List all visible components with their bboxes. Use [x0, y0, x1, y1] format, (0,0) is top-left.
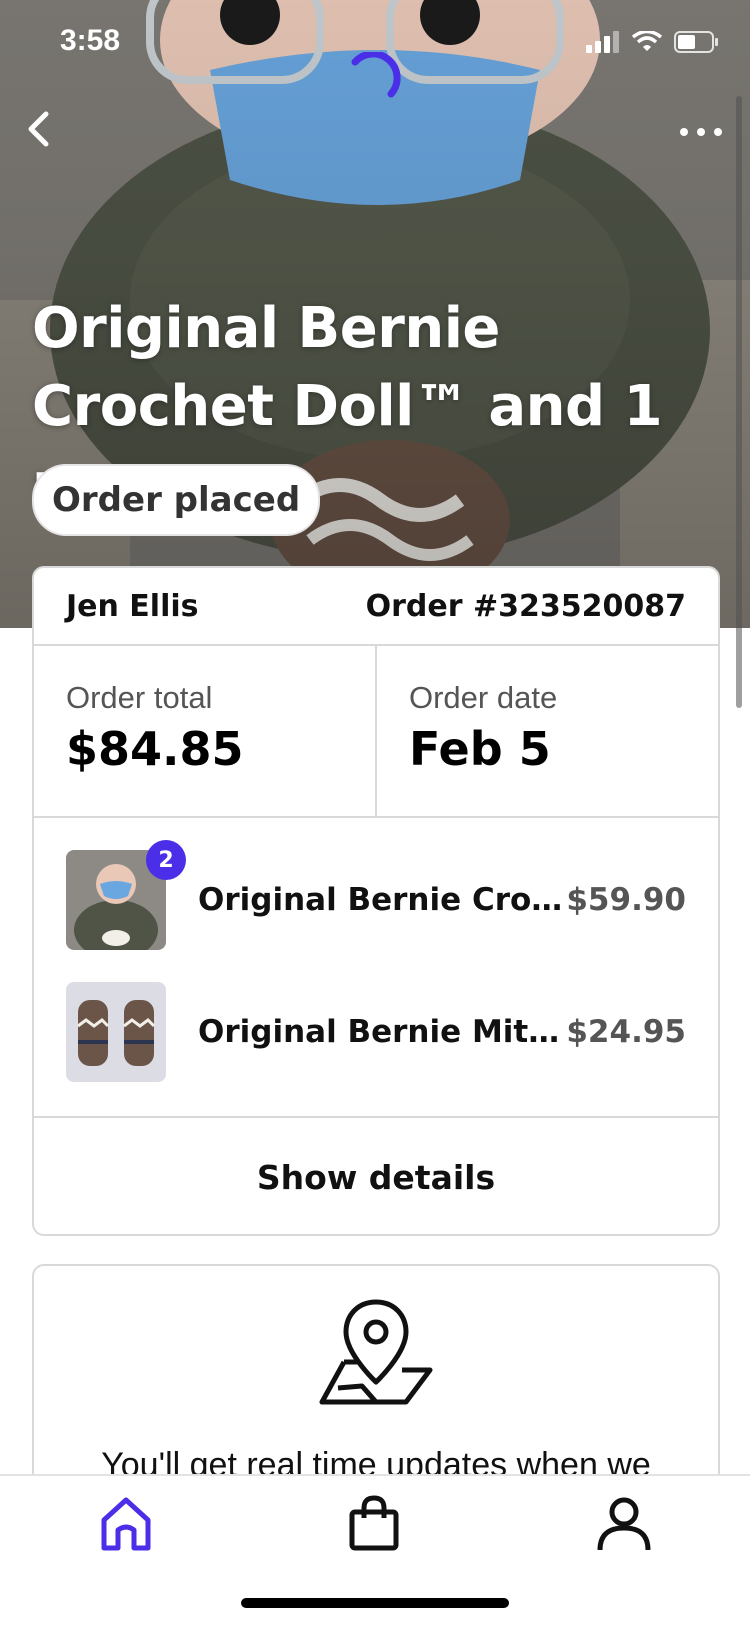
bottom-tab-bar — [0, 1474, 750, 1626]
loading-spinner-icon — [351, 52, 401, 98]
item-thumbnail: 2 — [66, 840, 186, 960]
order-total-value: $84.85 — [66, 722, 244, 776]
list-item[interactable]: Original Bernie Mittens $24.95 — [66, 982, 686, 1082]
order-items-list: 2 Original Bernie Crochet Doll™ $59.90 O… — [34, 818, 718, 1118]
order-date-value: Feb 5 — [409, 722, 551, 776]
order-date-cell: Order date Feb 5 — [375, 646, 718, 816]
home-indicator — [241, 1598, 509, 1608]
order-total-cell: Order total $84.85 — [34, 646, 375, 816]
order-date-label: Order date — [409, 680, 558, 715]
list-item[interactable]: 2 Original Bernie Crochet Doll™ $59.90 — [66, 840, 686, 960]
order-total-label: Order total — [66, 680, 213, 715]
back-button[interactable] — [14, 104, 64, 154]
item-thumbnail — [66, 982, 166, 1082]
status-bar-icons — [586, 30, 720, 54]
more-options-button[interactable] — [676, 112, 726, 152]
home-icon[interactable] — [96, 1494, 156, 1554]
order-status-badge: Order placed — [32, 464, 321, 536]
map-pin-icon — [319, 1299, 433, 1405]
profile-icon[interactable] — [594, 1494, 654, 1554]
order-card-header: Jen Ellis Order #323520087 — [34, 568, 718, 646]
bag-icon[interactable] — [344, 1494, 404, 1554]
hero-image: 3:58 Original Bernie Crochet Doll™ and 1… — [0, 0, 750, 628]
mittens-thumbnail-image — [66, 982, 166, 1082]
battery-icon — [674, 31, 718, 53]
customer-name: Jen Ellis — [66, 588, 199, 624]
scrollbar[interactable] — [736, 96, 742, 708]
quantity-badge: 2 — [146, 840, 186, 880]
status-bar-time: 3:58 — [60, 24, 121, 57]
order-number: Order #323520087 — [365, 588, 686, 624]
order-totals: Order total $84.85 Order date Feb 5 — [34, 646, 718, 818]
order-summary-card: Jen Ellis Order #323520087 Order total $… — [32, 566, 720, 1236]
item-price: $24.95 — [566, 1014, 686, 1050]
wifi-icon — [632, 31, 662, 51]
item-name: Original Bernie Mittens — [198, 1014, 567, 1050]
item-price: $59.90 — [566, 882, 686, 918]
cellular-signal-icon — [586, 31, 619, 53]
show-details-button[interactable]: Show details — [34, 1118, 718, 1234]
item-name: Original Bernie Crochet Doll™ — [198, 882, 566, 918]
